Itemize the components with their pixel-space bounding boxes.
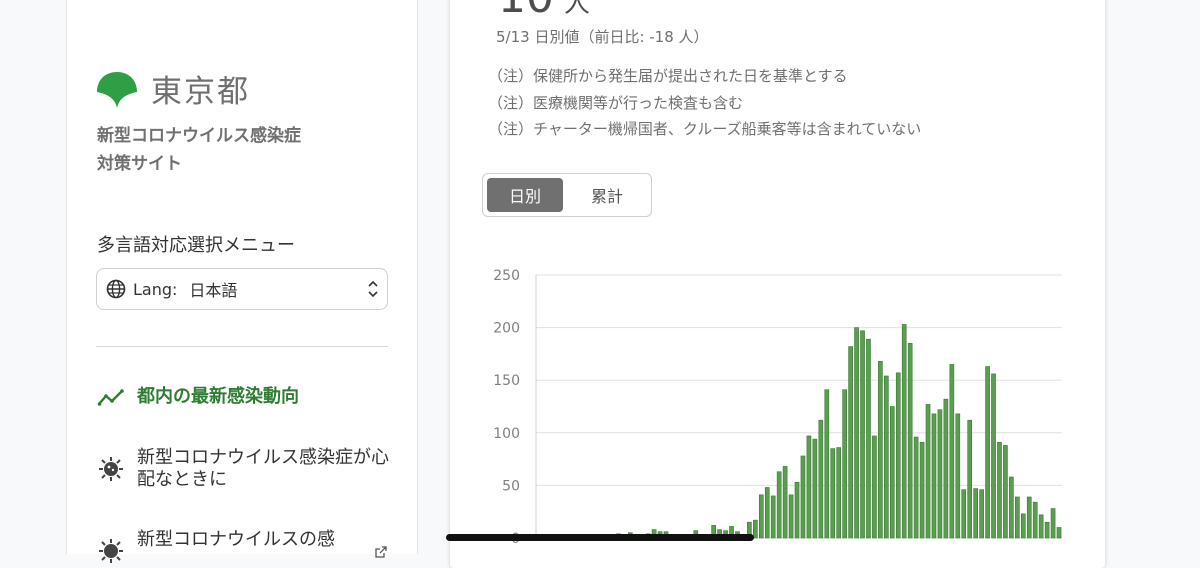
chart-bar[interactable]: [1009, 476, 1014, 539]
chart-bar[interactable]: [1015, 496, 1020, 539]
chart-bar[interactable]: [961, 489, 967, 539]
positive-cases-card: 10 人 5/13 日別値（前日比: -18 人） （注）保健所から発生届が提出さ…: [450, 0, 1105, 568]
chart-bar[interactable]: [889, 406, 895, 539]
note: （注）医療機関等が行った検査も含む: [488, 93, 744, 112]
nav-item-if-worried[interactable]: 新型コロナウイルス感染症が心配なときに: [97, 447, 389, 491]
language-value: 日本語: [189, 281, 238, 300]
chart-bar[interactable]: [836, 447, 842, 539]
chart-bar[interactable]: [764, 487, 770, 539]
chart-bar[interactable]: [973, 488, 978, 539]
y-tick-label: 50: [502, 478, 520, 494]
chart-bar[interactable]: [985, 366, 990, 539]
chart-bar[interactable]: [895, 372, 901, 539]
chart-bar[interactable]: [1056, 527, 1062, 539]
chart-bar[interactable]: [818, 419, 824, 539]
chart-bar[interactable]: [1038, 514, 1044, 539]
virus-icon: [99, 457, 123, 481]
chevron-updown-icon: [368, 280, 378, 298]
scroll-indicator[interactable]: [446, 534, 754, 541]
logo-text: 東京都: [151, 74, 250, 110]
chart-bar[interactable]: [1032, 501, 1038, 539]
chart-bar[interactable]: [872, 435, 877, 539]
language-select[interactable]: Lang: 日本語: [96, 268, 388, 310]
daily-value-number: 10: [498, 0, 554, 23]
y-tick-label: 150: [493, 373, 520, 389]
chart-bar[interactable]: [943, 398, 949, 539]
chart-bar[interactable]: [770, 495, 776, 539]
trend-line-icon: [97, 389, 124, 406]
site-title: 新型コロナウイルス感染症 対策サイト: [97, 122, 301, 178]
chart-bar[interactable]: [931, 413, 937, 539]
chart-bar[interactable]: [824, 389, 830, 539]
chart-bar[interactable]: [860, 330, 865, 539]
nav-item-label: 新型コロナウイルス感染症が心配なときに: [137, 447, 389, 490]
sidebar: 東京都 新型コロナウイルス感染症 対策サイト 多言語対応選択メニュー Lang:…: [66, 0, 418, 563]
note: （注）保健所から発生届が提出された日を基準とする: [488, 67, 848, 85]
chart-bar[interactable]: [1044, 521, 1050, 539]
notes: （注）保健所から発生届が提出された日を基準とする （注）医療機関等が行った検査も…: [488, 63, 921, 143]
y-tick-label: 200: [493, 321, 520, 337]
chart-bar[interactable]: [913, 436, 919, 539]
daily-value: 10 人: [498, 0, 590, 23]
chart-bar[interactable]: [919, 441, 925, 539]
chart-bar[interactable]: [1050, 508, 1056, 539]
chart-bar[interactable]: [878, 360, 883, 539]
chart-bar[interactable]: [854, 327, 859, 539]
chart-bar[interactable]: [884, 375, 889, 539]
sidebar-divider: [96, 346, 388, 347]
daily-value-unit: 人: [564, 0, 591, 19]
virus-icon: [99, 539, 123, 563]
daily-cumulative-toggle: 日別 累計: [482, 173, 652, 217]
chart-bar[interactable]: [794, 481, 800, 539]
nav-item-label: 新型コロナウイルスの感: [137, 529, 335, 550]
chart-bar[interactable]: [1003, 445, 1008, 539]
nav-item-label: 都内の最新感染動向: [137, 386, 299, 407]
note: （注）チャーター機帰国者、クルーズ船乗客等は含まれていない: [488, 120, 922, 138]
chart-bar[interactable]: [955, 413, 961, 539]
chart-bar[interactable]: [806, 435, 812, 539]
chart-bar[interactable]: [776, 471, 782, 539]
chart-bar[interactable]: [848, 346, 853, 539]
language-prefix: Lang:: [133, 279, 178, 299]
language-menu-label: 多言語対応選択メニュー: [97, 235, 295, 256]
daily-cases-bar-chart: 050100150200250: [493, 268, 1062, 546]
chart-bar[interactable]: [866, 338, 871, 539]
chart-bar[interactable]: [1020, 513, 1026, 539]
chart-bar[interactable]: [830, 448, 836, 539]
y-tick-label: 250: [493, 268, 520, 284]
chart-bar[interactable]: [753, 519, 758, 539]
chart-bar[interactable]: [967, 419, 973, 539]
date-comparison: 5/13 日別値（前日比: -18 人）: [496, 28, 709, 46]
chart-bar[interactable]: [842, 389, 847, 539]
chart-bar[interactable]: [758, 494, 764, 539]
chart-bar[interactable]: [925, 404, 931, 539]
globe-icon: [106, 279, 126, 299]
chart-bar[interactable]: [788, 494, 794, 539]
external-link-icon: [375, 546, 387, 558]
chart-bar[interactable]: [907, 343, 913, 539]
chart-bar[interactable]: [991, 373, 996, 539]
chart-bar[interactable]: [979, 489, 984, 539]
chart-bar[interactable]: [812, 438, 818, 539]
toggle-cumulative[interactable]: 累計: [569, 178, 645, 212]
chart-bar[interactable]: [800, 455, 806, 539]
chart-bar[interactable]: [997, 441, 1002, 539]
nav-item-covid-info[interactable]: 新型コロナウイルスの感: [97, 529, 335, 565]
chart-bar[interactable]: [949, 364, 955, 539]
toggle-daily[interactable]: 日別: [487, 178, 563, 212]
site-logo[interactable]: 東京都: [95, 66, 250, 111]
chart-bar[interactable]: [901, 324, 907, 539]
site-title-line2: 対策サイト: [97, 154, 182, 174]
chart-bar[interactable]: [782, 466, 788, 539]
ginkgo-logo-icon: [97, 71, 137, 108]
y-tick-label: 100: [493, 426, 520, 442]
nav-item-latest-trends[interactable]: 都内の最新感染動向: [97, 384, 299, 412]
chart-bar[interactable]: [1026, 496, 1032, 539]
site-title-line1: 新型コロナウイルス感染症: [97, 126, 301, 146]
chart-bar[interactable]: [937, 409, 943, 539]
